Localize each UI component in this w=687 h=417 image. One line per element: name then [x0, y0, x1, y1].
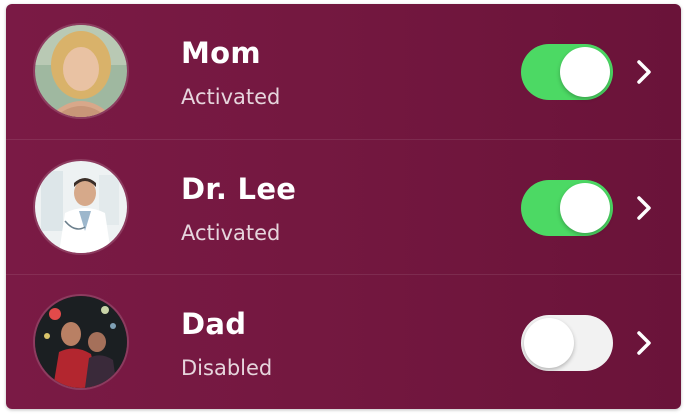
activation-toggle[interactable]	[521, 315, 613, 371]
contact-row-dad[interactable]: Dad Disabled	[6, 274, 681, 409]
contacts-card: Mom Activated Dr. Lee Activated Dad Disa…	[6, 4, 681, 409]
activation-toggle[interactable]	[521, 44, 613, 100]
chevron-right-icon[interactable]	[634, 194, 654, 222]
activation-toggle[interactable]	[521, 180, 613, 236]
contact-status: Disabled	[181, 356, 273, 380]
toggle-knob	[560, 47, 610, 97]
contact-status: Activated	[181, 221, 281, 245]
contact-status: Activated	[181, 85, 281, 109]
contact-name: Dad	[181, 307, 247, 341]
doctor-portrait-icon	[35, 161, 127, 253]
contact-row-mom[interactable]: Mom Activated	[6, 4, 681, 139]
chevron-right-icon[interactable]	[634, 329, 654, 357]
woman-portrait-icon	[35, 25, 127, 117]
contact-row-dr-lee[interactable]: Dr. Lee Activated	[6, 139, 681, 275]
contact-name: Dr. Lee	[181, 172, 297, 206]
toggle-knob	[524, 318, 574, 368]
contact-name: Mom	[181, 36, 261, 70]
chevron-right-icon[interactable]	[634, 58, 654, 86]
toggle-knob	[560, 183, 610, 233]
man-portrait-icon	[35, 296, 127, 388]
